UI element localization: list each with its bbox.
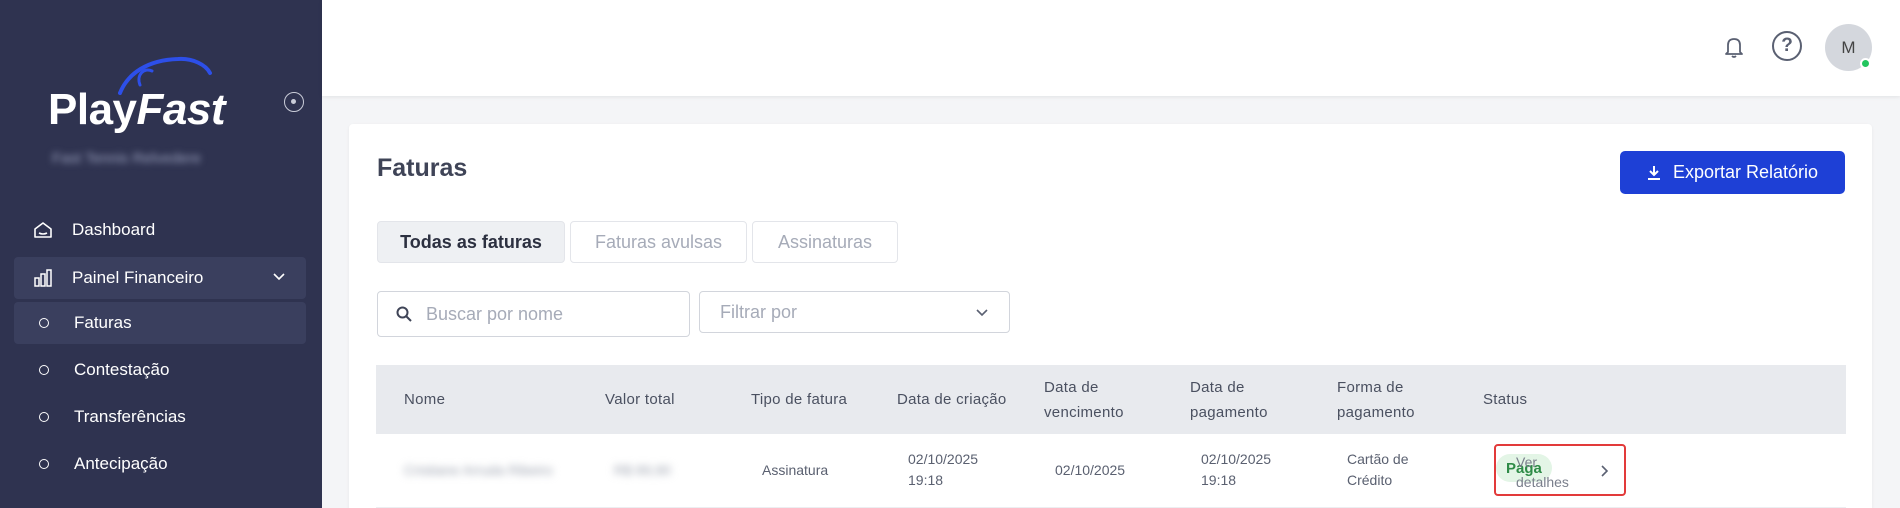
sidebar-item-painel-financeiro[interactable]: Painel Financeiro [14, 257, 306, 299]
sidebar-item-label: Antecipação [74, 454, 168, 473]
search-input[interactable] [426, 303, 666, 325]
help-icon[interactable]: ? [1772, 31, 1802, 61]
bullet-circle-icon [39, 459, 49, 469]
bullet-circle-icon [39, 412, 49, 422]
sidebar-item-antecipacao[interactable]: Antecipação [14, 443, 306, 485]
top-bar [322, 0, 1900, 96]
cell-nome: Cristiane Arruda Ribeiro [404, 462, 553, 478]
tab-faturas-avulsas[interactable]: Faturas avulsas [570, 221, 747, 263]
online-status-indicator [1860, 58, 1871, 69]
view-details-button[interactable]: Ver detalhes [1494, 444, 1626, 496]
column-header-nome: Nome [404, 391, 446, 408]
bullet-circle-icon [39, 318, 49, 328]
table-row[interactable]: Cristiane Arruda Ribeiro R$ 89,90 Assina… [376, 434, 1846, 508]
column-header-tipo-de-fatura: Tipo de fatura [751, 391, 848, 408]
avatar-initial: M [1841, 37, 1856, 57]
search-field[interactable] [377, 291, 690, 337]
column-header-data-de-vencimento: Data de vencimento [1044, 379, 1124, 421]
organization-name: Fast Tennis Relvedere [52, 150, 201, 167]
cell-data-de-vencimento: 02/10/2025 [1055, 462, 1126, 478]
search-icon [396, 306, 412, 322]
filter-dropdown[interactable]: Filtrar por [699, 291, 1010, 333]
column-header-forma-de-pagamento: Forma de pagamento [1337, 379, 1415, 421]
table-header: Nome Valor total Tipo de fatura Data de … [376, 365, 1846, 434]
view-details-label: Ver detalhes [1516, 454, 1569, 490]
download-icon [1647, 165, 1661, 181]
sidebar-item-dashboard[interactable]: Dashboard [14, 209, 306, 251]
sidebar-item-label: Faturas [74, 313, 132, 332]
column-header-data-de-pagamento: Data de pagamento [1190, 379, 1268, 421]
page-title: Faturas [377, 154, 468, 182]
column-header-status: Status [1483, 391, 1528, 408]
avatar[interactable]: M [1825, 24, 1872, 71]
sidebar-item-contestacao[interactable]: Contestação [14, 349, 306, 391]
chevron-down-icon [976, 309, 988, 317]
column-header-data-de-criacao: Data de criação [897, 391, 1007, 408]
sidebar: PlayFast Fast Tennis Relvedere Dashboard… [0, 0, 322, 508]
export-report-label: Exportar Relatório [1672, 162, 1819, 182]
invoices-card: Faturas Exportar Relatório Todas as fatu… [349, 124, 1872, 508]
filter-placeholder: Filtrar por [720, 301, 798, 322]
tab-todas-as-faturas[interactable]: Todas as faturas [377, 221, 565, 263]
cell-tipo-de-fatura: Assinatura [762, 462, 829, 478]
sidebar-item-transferencias[interactable]: Transferências [14, 396, 306, 438]
home-icon [32, 219, 54, 241]
playfast-logo[interactable]: PlayFast [48, 55, 238, 135]
tab-assinaturas[interactable]: Assinaturas [752, 221, 898, 263]
chevron-down-icon [273, 273, 285, 281]
logo-text: PlayFast [48, 85, 226, 134]
bell-icon[interactable] [1724, 35, 1744, 59]
bullet-circle-icon [39, 365, 49, 375]
sidebar-item-label: Dashboard [72, 220, 156, 239]
sidebar-item-label: Contestação [74, 360, 170, 379]
sidebar-item-label: Transferências [74, 407, 186, 426]
cell-data-de-criacao: 02/10/2025 19:18 [908, 451, 979, 488]
sidebar-item-label: Painel Financeiro [72, 268, 204, 287]
chevron-right-icon [1601, 465, 1609, 477]
chart-bars-icon [32, 267, 54, 289]
export-report-button[interactable]: Exportar Relatório [1620, 151, 1845, 194]
cell-forma-de-pagamento: Cartão de Crédito [1347, 451, 1409, 488]
column-header-valor-total: Valor total [605, 391, 675, 408]
cell-valor-total: R$ 89,90 [614, 462, 671, 478]
cell-data-de-pagamento: 02/10/2025 19:18 [1201, 451, 1272, 488]
sidebar-item-faturas[interactable]: Faturas [14, 302, 306, 344]
sidebar-collapse-toggle[interactable] [284, 92, 304, 112]
